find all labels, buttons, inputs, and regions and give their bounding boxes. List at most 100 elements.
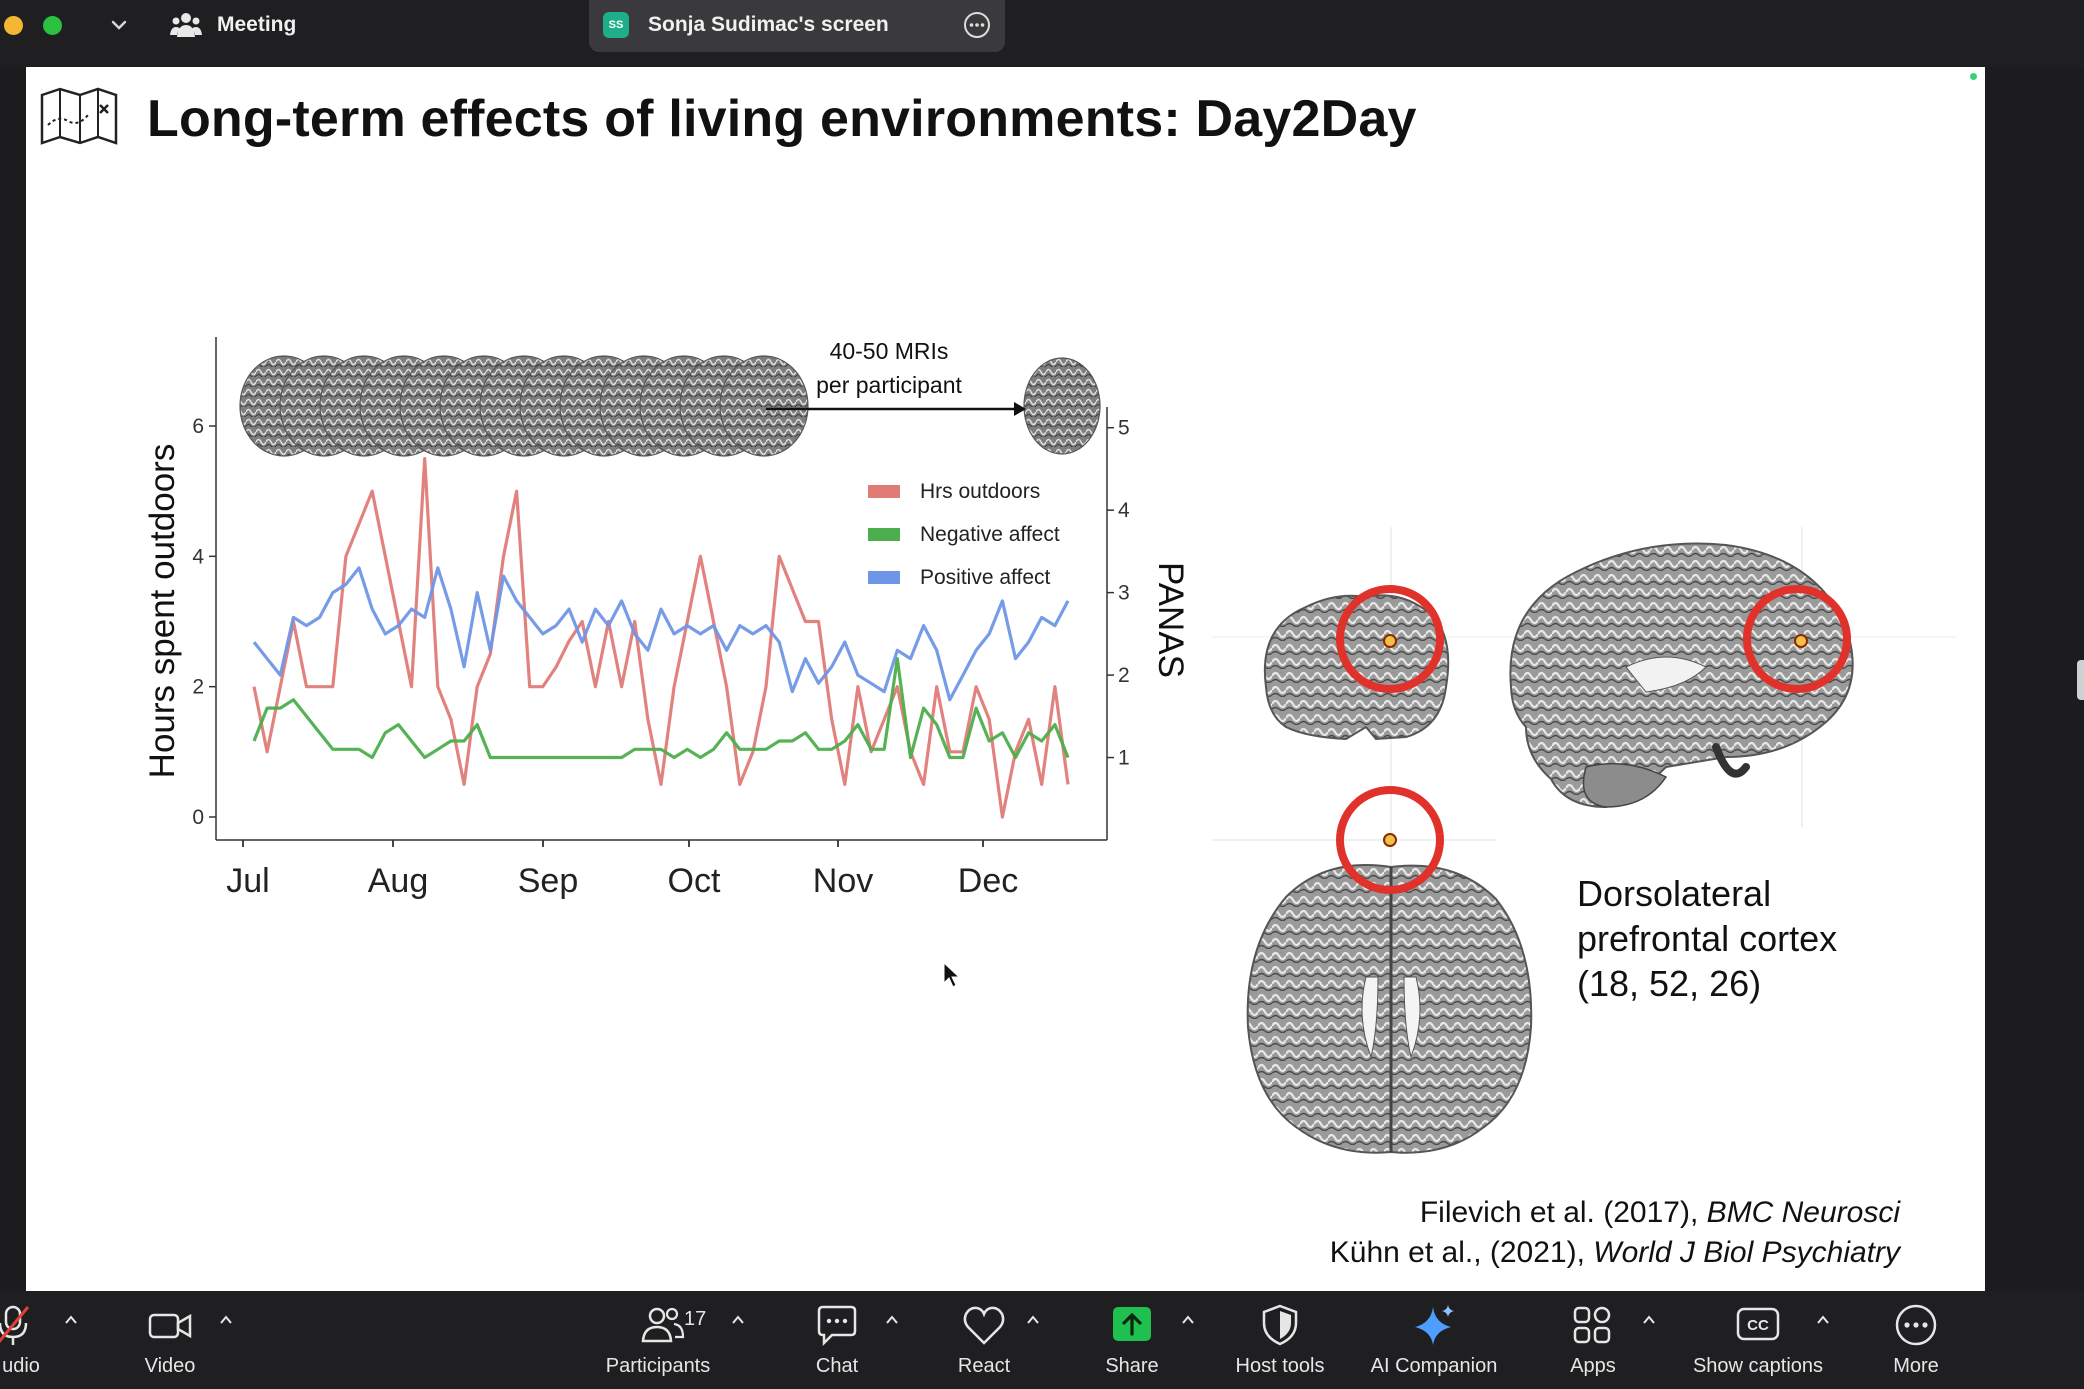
chart-legend: Hrs outdoors Negative affect Positive affe… bbox=[868, 480, 1060, 589]
sparkle-icon bbox=[1415, 1305, 1454, 1345]
more-options-icon[interactable] bbox=[963, 11, 991, 39]
legend-label: Hrs outdoors bbox=[920, 480, 1040, 503]
top-bar: Meeting SS Sonja Sudimac's screen bbox=[0, 0, 2084, 67]
ai-companion-button[interactable]: AI Companion bbox=[1360, 1291, 1508, 1389]
apps-button[interactable]: Apps bbox=[1560, 1291, 1626, 1389]
shared-screen-pill[interactable]: SS Sonja Sudimac's screen bbox=[589, 0, 1005, 52]
mri-scan-thumbnail bbox=[1023, 357, 1101, 455]
y-axis-label-right: PANAS bbox=[1151, 562, 1190, 678]
citation-1-authors: Filevich et al. (2017), bbox=[1419, 1196, 1707, 1229]
line-chart: 0 2 4 6 1 2 3 4 5 Jul Aug Sep Oct Nov Dec Hours spent o… bbox=[143, 337, 1956, 1154]
x-tick-label: Nov bbox=[813, 862, 873, 900]
right-tick-label: 1 bbox=[1118, 747, 1130, 770]
react-label: React bbox=[957, 1355, 1011, 1377]
legend-label: Positive affect bbox=[920, 566, 1051, 589]
shared-slide: Long-term effects of living environments… bbox=[26, 67, 1985, 1291]
audio-options-caret-icon[interactable] bbox=[62, 1311, 80, 1329]
right-tick-label: 4 bbox=[1118, 499, 1130, 522]
chat-options-caret-icon[interactable] bbox=[883, 1311, 901, 1329]
more-dots-icon bbox=[1895, 1304, 1937, 1346]
x-tick-label: Aug bbox=[368, 862, 429, 900]
react-options-caret-icon[interactable] bbox=[1024, 1311, 1042, 1329]
right-tick-label: 2 bbox=[1118, 664, 1130, 687]
participants-icon bbox=[641, 1307, 685, 1343]
y-axis-label-left: Hours spent outdoors bbox=[143, 444, 182, 779]
show-captions-label: Show captions bbox=[1692, 1355, 1824, 1377]
participants-button[interactable]: 17 Participants bbox=[590, 1291, 730, 1389]
zoom-window-button[interactable] bbox=[43, 16, 62, 35]
participants-options-caret-icon[interactable] bbox=[729, 1311, 747, 1329]
left-tick-label: 2 bbox=[192, 676, 204, 699]
meeting-controls-bar: udio Video 17 Participants Chat React Sh… bbox=[0, 1291, 2084, 1389]
coronal-brain-slice bbox=[1263, 585, 1450, 741]
x-tick-label: Sep bbox=[518, 862, 579, 900]
citation-2: Kühn et al., (2021), World J Biol Psychi… bbox=[1330, 1233, 1900, 1273]
share-button[interactable]: Share bbox=[1096, 1291, 1168, 1389]
axial-brain-slice bbox=[1246, 786, 1533, 1154]
caption-line-1: Dorsolateral bbox=[1577, 873, 1772, 914]
chat-label: Chat bbox=[815, 1355, 859, 1377]
citations: Filevich et al. (2017), BMC Neurosci Küh… bbox=[1330, 1193, 1900, 1273]
mouse-cursor-icon bbox=[943, 961, 961, 988]
share-options-caret-icon[interactable] bbox=[1179, 1311, 1197, 1329]
x-tick-label: Oct bbox=[668, 862, 721, 900]
caption-line-2: prefrontal cortex bbox=[1577, 918, 1838, 959]
video-options-caret-icon[interactable] bbox=[217, 1311, 235, 1329]
side-panel-handle[interactable] bbox=[2077, 660, 2084, 700]
left-tick-label: 0 bbox=[192, 806, 204, 829]
shield-icon bbox=[1262, 1304, 1298, 1346]
audio-label: udio bbox=[2, 1355, 40, 1377]
brain-region-caption: Dorsolateral prefrontal cortex (18, 52, … bbox=[1577, 871, 1837, 1006]
participants-label: Participants bbox=[605, 1355, 711, 1377]
video-label: Video bbox=[144, 1355, 196, 1377]
legend-label: Negative affect bbox=[920, 523, 1060, 546]
share-label: Share bbox=[1105, 1355, 1159, 1377]
brain-scan-images bbox=[1212, 527, 1956, 1154]
mri-count-label-line1: 40-50 MRIs bbox=[830, 338, 949, 364]
more-label: More bbox=[1893, 1355, 1939, 1377]
svg-text:CC: CC bbox=[1747, 1317, 1769, 1334]
microphone-muted-icon bbox=[0, 1305, 30, 1345]
participants-count: 17 bbox=[684, 1308, 707, 1330]
chevron-down-icon[interactable] bbox=[108, 14, 130, 36]
more-button[interactable]: More bbox=[1884, 1291, 1948, 1389]
x-tick-label: Dec bbox=[958, 862, 1018, 900]
captions-options-caret-icon[interactable] bbox=[1814, 1311, 1832, 1329]
chat-bubble-icon bbox=[817, 1305, 857, 1347]
cc-icon: CC bbox=[1736, 1307, 1780, 1341]
mri-scan-thumbnail bbox=[719, 355, 809, 457]
screen-owner-badge: SS bbox=[603, 12, 629, 38]
host-tools-button[interactable]: Host tools bbox=[1225, 1291, 1335, 1389]
x-tick-label: Jul bbox=[226, 862, 269, 900]
video-camera-icon bbox=[148, 1313, 192, 1339]
show-captions-button[interactable]: CC Show captions bbox=[1680, 1291, 1836, 1389]
apps-label: Apps bbox=[1570, 1355, 1616, 1377]
meeting-label[interactable]: Meeting bbox=[217, 13, 296, 37]
audio-button[interactable]: udio bbox=[0, 1291, 60, 1389]
meeting-people-icon bbox=[170, 13, 202, 37]
left-tick-label: 4 bbox=[192, 545, 204, 568]
citation-1: Filevich et al. (2017), BMC Neurosci bbox=[1330, 1193, 1900, 1233]
citation-1-journal: BMC Neurosci bbox=[1706, 1196, 1900, 1229]
legend-swatch bbox=[868, 528, 900, 541]
video-button[interactable]: Video bbox=[130, 1291, 210, 1389]
minimize-window-button[interactable] bbox=[4, 16, 23, 35]
right-tick-label: 3 bbox=[1118, 582, 1130, 605]
citation-2-journal: World J Biol Psychiatry bbox=[1593, 1236, 1900, 1269]
legend-swatch bbox=[868, 571, 900, 584]
citation-2-authors: Kühn et al., (2021), bbox=[1329, 1236, 1594, 1269]
apps-options-caret-icon[interactable] bbox=[1640, 1311, 1658, 1329]
share-arrow-icon bbox=[1113, 1307, 1151, 1341]
sagittal-brain-slice bbox=[1509, 542, 1854, 809]
host-tools-label: Host tools bbox=[1235, 1355, 1325, 1377]
heart-icon bbox=[963, 1306, 1005, 1345]
apps-icon bbox=[1573, 1306, 1611, 1344]
chat-button[interactable]: Chat bbox=[800, 1291, 874, 1389]
left-tick-label: 6 bbox=[192, 415, 204, 438]
shared-screen-label: Sonja Sudimac's screen bbox=[648, 13, 889, 36]
mri-count-label-line2: per participant bbox=[816, 372, 962, 398]
react-button[interactable]: React bbox=[950, 1291, 1018, 1389]
right-tick-label: 5 bbox=[1118, 417, 1130, 440]
caption-line-3: (18, 52, 26) bbox=[1577, 963, 1762, 1004]
legend-swatch bbox=[868, 485, 900, 498]
